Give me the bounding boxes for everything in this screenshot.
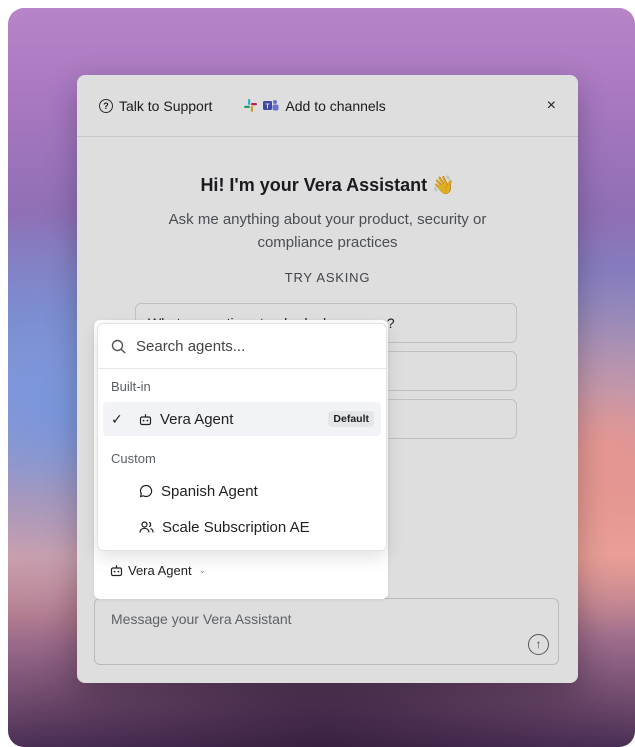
agent-option-vera[interactable]: ✓ Vera Agent Default — [103, 402, 381, 436]
agent-select-label: Vera Agent — [128, 563, 192, 578]
default-badge: Default — [328, 411, 374, 427]
agent-option-label: Scale Subscription AE — [162, 518, 310, 536]
checkmark-icon: ✓ — [111, 410, 123, 427]
agent-option-label: Spanish Agent — [161, 482, 258, 500]
chevron-down-icon: ⌄ — [198, 565, 207, 575]
agent-option-label: Vera Agent — [160, 410, 234, 428]
search-icon — [111, 339, 126, 354]
agent-select-button[interactable]: Vera Agent ⌄ — [110, 563, 206, 578]
agent-option-scale-subscription-ae[interactable]: Scale Subscription AE — [103, 510, 381, 544]
agent-search-input[interactable] — [134, 336, 358, 356]
agent-option-spanish[interactable]: Spanish Agent — [103, 474, 381, 508]
users-icon — [139, 521, 154, 533]
agent-dropdown: Built-in ✓ Vera Agent Default Custom Spa… — [97, 323, 387, 551]
robot-icon — [110, 565, 123, 577]
robot-icon — [139, 413, 152, 425]
builtin-group-label: Built-in — [111, 379, 151, 394]
custom-group-label: Custom — [111, 451, 156, 466]
message-bubble-icon — [139, 484, 153, 498]
agent-search — [98, 324, 386, 369]
